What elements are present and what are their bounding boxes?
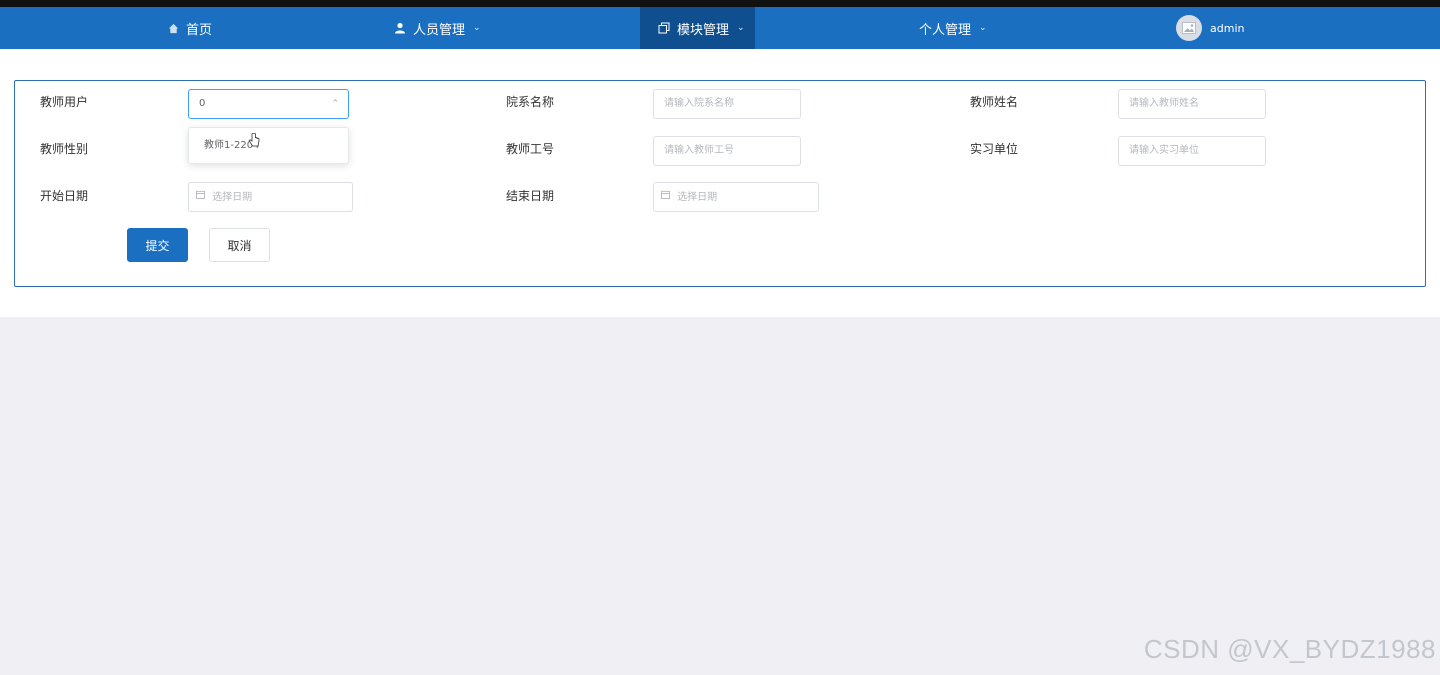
avatar (1176, 15, 1202, 41)
calendar-icon (661, 183, 670, 211)
chevron-up-icon: ⌃ (331, 99, 339, 109)
nav-modules[interactable]: 模块管理 ⌄ (640, 7, 755, 49)
nav-user[interactable]: admin (1176, 7, 1244, 49)
nav-personal[interactable]: 个人管理 ⌄ (919, 7, 987, 49)
internship-unit-input[interactable]: 请输入实习单位 (1118, 136, 1266, 166)
home-icon (166, 21, 180, 35)
chevron-down-icon: ⌄ (737, 23, 745, 33)
teacher-gender-label: 教师性别 (40, 142, 89, 156)
start-date-picker[interactable]: 选择日期 (188, 182, 353, 212)
cancel-button[interactable]: 取消 (209, 228, 270, 262)
teacher-user-dropdown: 教师1-2204 (188, 127, 349, 164)
calendar-icon (196, 183, 205, 211)
end-date-label: 结束日期 (506, 189, 555, 203)
department-placeholder: 请输入院系名称 (664, 98, 734, 109)
teacher-user-value: 0 (199, 98, 206, 109)
department-input[interactable]: 请输入院系名称 (653, 89, 801, 119)
hand-cursor-icon (248, 132, 260, 152)
nav-personnel-label: 人员管理 (413, 22, 466, 38)
top-navbar: 首页 人员管理 ⌄ 模块管理 ⌄ 个人管理 ⌄ admin (0, 7, 1440, 49)
user-name: admin (1210, 21, 1245, 35)
teacher-name-input[interactable]: 请输入教师姓名 (1118, 89, 1266, 119)
teacher-id-input[interactable]: 请输入教师工号 (653, 136, 801, 166)
teacher-id-placeholder: 请输入教师工号 (664, 145, 734, 156)
teacher-name-placeholder: 请输入教师姓名 (1129, 98, 1199, 109)
teacher-user-label: 教师用户 (40, 95, 89, 109)
teacher-user-select[interactable]: 0 ⌃ (188, 89, 349, 119)
end-date-placeholder: 选择日期 (677, 192, 718, 203)
start-date-placeholder: 选择日期 (212, 192, 253, 203)
image-placeholder-icon (1182, 22, 1196, 34)
watermark: CSDN @VX_BYDZ1988 (1143, 634, 1436, 664)
teacher-name-label: 教师姓名 (970, 95, 1019, 109)
internship-unit-placeholder: 请输入实习单位 (1129, 145, 1199, 156)
end-date-picker[interactable]: 选择日期 (653, 182, 819, 212)
top-black-strip (0, 0, 1440, 7)
department-label: 院系名称 (506, 95, 555, 109)
copy-icon (657, 21, 671, 35)
nav-modules-label: 模块管理 (677, 22, 730, 38)
teacher-id-label: 教师工号 (506, 142, 555, 156)
chevron-down-icon: ⌄ (473, 23, 481, 33)
submit-button[interactable]: 提交 (127, 228, 188, 262)
nav-personal-label: 个人管理 (919, 22, 972, 38)
chevron-down-icon: ⌄ (979, 23, 987, 33)
teacher-form: 教师用户 0 ⌃ 院系名称 请输入院系名称 教师姓名 请输入教师姓名 教师性别 … (14, 80, 1426, 287)
main-content: 教师用户 0 ⌃ 院系名称 请输入院系名称 教师姓名 请输入教师姓名 教师性别 … (0, 49, 1440, 317)
user-icon (393, 21, 407, 35)
nav-home-label: 首页 (186, 22, 213, 38)
internship-unit-label: 实习单位 (970, 142, 1019, 156)
nav-home[interactable]: 首页 (166, 7, 212, 49)
nav-personnel[interactable]: 人员管理 ⌄ (393, 7, 481, 49)
start-date-label: 开始日期 (40, 189, 89, 203)
